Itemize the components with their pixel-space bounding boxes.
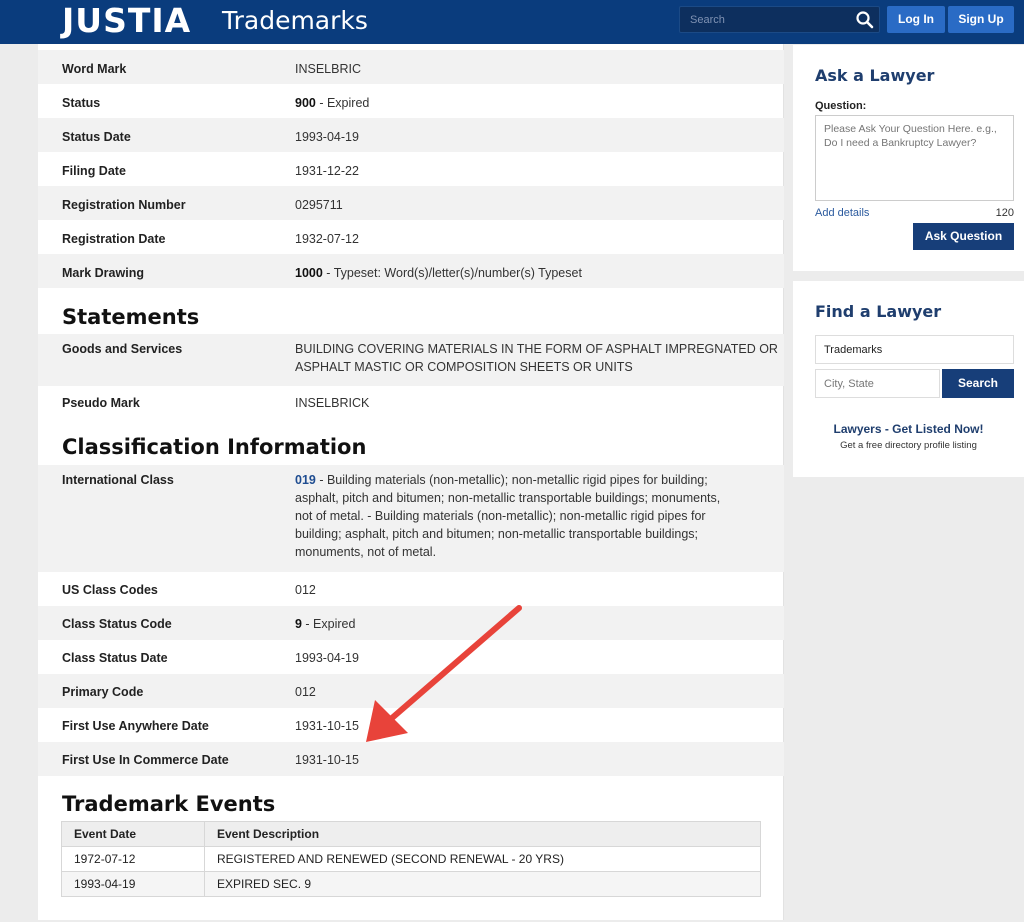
table-row: 1972-07-12 REGISTERED AND RENEWED (SECON… bbox=[61, 846, 761, 872]
site-header: JUSTIA Trademarks Log In Sign Up bbox=[0, 0, 1024, 44]
detail-row-class-status-date: Class Status Date 1993-04-19 bbox=[38, 640, 784, 674]
detail-label: Pseudo Mark bbox=[62, 396, 140, 410]
detail-row-primary-code: Primary Code 012 bbox=[38, 674, 784, 708]
detail-row-mark-drawing: Mark Drawing 1000 - Typeset: Word(s)/let… bbox=[38, 254, 784, 288]
trademark-events-heading: Trademark Events bbox=[62, 792, 276, 816]
event-description-cell: EXPIRED SEC. 9 bbox=[204, 871, 761, 897]
trademarks-section-title[interactable]: Trademarks bbox=[222, 4, 368, 38]
detail-label: Goods and Services bbox=[62, 342, 183, 356]
mark-drawing-code: 1000 bbox=[295, 266, 323, 280]
events-table: Event Date Event Description 1972-07-12 … bbox=[61, 821, 761, 897]
detail-value: 019 - Building materials (non-metallic);… bbox=[295, 471, 720, 561]
intl-class-line: monuments, not of metal. bbox=[295, 545, 437, 559]
detail-label: International Class bbox=[62, 473, 174, 487]
statements-heading: Statements bbox=[62, 305, 200, 329]
detail-row-word-mark: Word Mark INSELBRIC bbox=[38, 50, 784, 84]
practice-area-input[interactable] bbox=[815, 335, 1014, 364]
detail-row-international-class: International Class 019 - Building mater… bbox=[38, 465, 784, 572]
detail-value: 0295711 bbox=[295, 198, 343, 212]
detail-label: First Use In Commerce Date bbox=[62, 753, 229, 767]
detail-value: 1931-10-15 bbox=[295, 719, 359, 733]
get-listed-link[interactable]: Lawyers - Get Listed Now! bbox=[793, 422, 1024, 436]
detail-row-status: Status 900 - Expired bbox=[38, 84, 784, 118]
question-textarea[interactable] bbox=[815, 115, 1014, 201]
add-details-link[interactable]: Add details bbox=[815, 207, 869, 219]
detail-value: BUILDING COVERING MATERIALS IN THE FORM … bbox=[295, 340, 778, 376]
location-input[interactable] bbox=[815, 369, 940, 398]
detail-row-registration-number: Registration Number 0295711 bbox=[38, 186, 784, 220]
detail-value: 1993-04-19 bbox=[295, 651, 359, 665]
detail-value: 1000 - Typeset: Word(s)/letter(s)/number… bbox=[295, 264, 582, 282]
intl-class-line: - Building materials (non-metallic); non… bbox=[315, 473, 708, 487]
search-input[interactable] bbox=[680, 7, 850, 32]
detail-label: Mark Drawing bbox=[62, 266, 144, 280]
intl-class-line: building; asphalt, pitch and bitumen; no… bbox=[295, 527, 699, 541]
detail-row-pseudo-mark: Pseudo Mark INSELBRICK bbox=[38, 386, 784, 420]
detail-value: 900 - Expired bbox=[295, 94, 369, 112]
detail-label: Word Mark bbox=[62, 62, 127, 76]
find-a-lawyer-title: Find a Lawyer bbox=[815, 302, 942, 321]
question-label: Question: bbox=[815, 100, 867, 112]
get-listed-subtitle: Get a free directory profile listing bbox=[840, 440, 977, 451]
detail-row-first-use-commerce: First Use In Commerce Date 1931-10-15 bbox=[38, 742, 784, 776]
character-count: 120 bbox=[995, 207, 1014, 219]
justia-logo[interactable]: JUSTIA bbox=[62, 1, 191, 41]
detail-value: INSELBRICK bbox=[295, 396, 370, 410]
intl-class-code[interactable]: 019 bbox=[295, 473, 316, 487]
find-lawyer-search-button[interactable]: Search bbox=[942, 369, 1014, 398]
classification-heading: Classification Information bbox=[62, 435, 367, 459]
detail-value: 012 bbox=[295, 583, 316, 597]
detail-label: Filing Date bbox=[62, 164, 126, 178]
column-header-event-description: Event Description bbox=[204, 821, 761, 847]
detail-row-class-status-code: Class Status Code 9 - Expired bbox=[38, 606, 784, 640]
column-header-event-date: Event Date bbox=[61, 821, 205, 847]
intl-class-line: not of metal. - Building materials (non-… bbox=[295, 509, 706, 523]
detail-row-goods-services: Goods and Services BUILDING COVERING MAT… bbox=[38, 334, 784, 386]
ask-a-lawyer-title: Ask a Lawyer bbox=[815, 66, 935, 85]
detail-value: 9 - Expired bbox=[295, 615, 355, 633]
detail-value: INSELBRIC bbox=[295, 62, 361, 76]
search-box bbox=[679, 6, 880, 33]
ask-question-button[interactable]: Ask Question bbox=[913, 223, 1014, 250]
detail-label: Registration Number bbox=[62, 198, 186, 212]
class-status-text: - Expired bbox=[301, 617, 356, 631]
trademark-details: Word Mark INSELBRIC Status 900 - Expired… bbox=[38, 44, 784, 920]
event-date-cell: 1972-07-12 bbox=[61, 846, 205, 872]
signup-button[interactable]: Sign Up bbox=[948, 6, 1014, 33]
detail-label: Status Date bbox=[62, 130, 131, 144]
detail-row-filing-date: Filing Date 1931-12-22 bbox=[38, 152, 784, 186]
detail-label: US Class Codes bbox=[62, 583, 158, 597]
detail-row-us-class-codes: US Class Codes 012 bbox=[38, 572, 784, 606]
detail-label: Class Status Code bbox=[62, 617, 172, 631]
intl-class-line: asphalt, pitch and bitumen; non-metallic… bbox=[295, 491, 721, 505]
detail-label: Class Status Date bbox=[62, 651, 168, 665]
detail-value: 012 bbox=[295, 685, 316, 699]
detail-row-registration-date: Registration Date 1932-07-12 bbox=[38, 220, 784, 254]
detail-value: 1993-04-19 bbox=[295, 130, 359, 144]
goods-line: BUILDING COVERING MATERIALS IN THE FORM … bbox=[295, 342, 778, 356]
detail-value: 1931-10-15 bbox=[295, 753, 359, 767]
goods-line: ASPHALT MASTIC OR COMPOSITION SHEETS OR … bbox=[295, 360, 633, 374]
ask-a-lawyer-card: Ask a Lawyer Question: Add details 120 A… bbox=[793, 45, 1024, 271]
status-text: - Expired bbox=[315, 96, 370, 110]
detail-value: 1932-07-12 bbox=[295, 232, 359, 246]
detail-label: First Use Anywhere Date bbox=[62, 719, 209, 733]
event-description-cell: REGISTERED AND RENEWED (SECOND RENEWAL -… bbox=[204, 846, 761, 872]
detail-label: Status bbox=[62, 96, 101, 110]
detail-label: Registration Date bbox=[62, 232, 166, 246]
detail-row-status-date: Status Date 1993-04-19 bbox=[38, 118, 784, 152]
search-icon[interactable] bbox=[855, 10, 875, 30]
detail-row-first-use-anywhere: First Use Anywhere Date 1931-10-15 bbox=[38, 708, 784, 742]
detail-value: 1931-12-22 bbox=[295, 164, 359, 178]
events-header-row: Event Date Event Description bbox=[61, 821, 761, 847]
detail-label: Primary Code bbox=[62, 685, 144, 699]
mark-drawing-text: - Typeset: Word(s)/letter(s)/number(s) T… bbox=[322, 266, 582, 280]
table-row: 1993-04-19 EXPIRED SEC. 9 bbox=[61, 871, 761, 897]
event-date-cell: 1993-04-19 bbox=[61, 871, 205, 897]
class-status-code: 9 bbox=[295, 617, 302, 631]
status-code: 900 bbox=[295, 96, 316, 110]
login-button[interactable]: Log In bbox=[887, 6, 945, 33]
find-a-lawyer-card: Find a Lawyer Search Lawyers - Get Liste… bbox=[793, 281, 1024, 477]
